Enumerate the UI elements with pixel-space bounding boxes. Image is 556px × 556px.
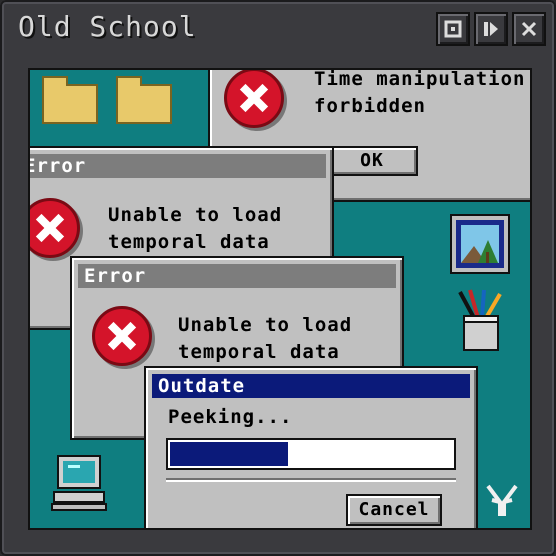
divider [166, 478, 456, 482]
dialog-title: Outdate [152, 374, 470, 398]
dialog-title: Error [30, 154, 326, 178]
progress-status: Peeking... [168, 406, 293, 428]
ok-button[interactable]: OK [326, 146, 418, 176]
pencil-cup-graphic [458, 289, 502, 351]
logo-icon [482, 480, 522, 520]
cancel-button[interactable]: Cancel [346, 494, 442, 526]
dialog-message-line1: Unable to load [108, 204, 283, 226]
progress-fill [170, 442, 288, 466]
dialog-message-line1: Time manipulation [314, 68, 526, 90]
computer-icon[interactable] [48, 452, 110, 514]
dialog-title: Error [78, 264, 396, 288]
picture-graphic [456, 220, 504, 268]
play-icon [484, 22, 498, 36]
dialog-message-line1: Unable to load [178, 314, 353, 336]
error-icon [224, 70, 284, 128]
dialog-message-line2: temporal data [108, 231, 270, 253]
folder-icon[interactable] [42, 76, 98, 124]
close-icon [521, 21, 537, 37]
close-button[interactable] [512, 12, 546, 46]
maximize-button[interactable] [436, 12, 470, 46]
dialog-message-line2: temporal data [178, 341, 340, 363]
progress-dialog: Outdate Peeking... Cancel [144, 366, 478, 528]
error-icon [30, 198, 80, 258]
window-title: Old School [18, 10, 197, 43]
folder-icon[interactable] [116, 76, 172, 124]
error-icon [92, 306, 152, 366]
computer-graphic [51, 455, 107, 511]
maximize-icon [444, 20, 462, 38]
app-window: Old School Time manipulation forbidden O… [0, 0, 556, 556]
logo-graphic [486, 484, 518, 516]
picture-icon[interactable] [450, 214, 510, 274]
play-button[interactable] [474, 12, 508, 46]
pencil-cup-icon[interactable] [450, 288, 512, 354]
progress-bar [166, 438, 456, 470]
desktop: Time manipulation forbidden OK Error Una… [28, 68, 532, 530]
dialog-message-line2: forbidden [314, 95, 426, 117]
